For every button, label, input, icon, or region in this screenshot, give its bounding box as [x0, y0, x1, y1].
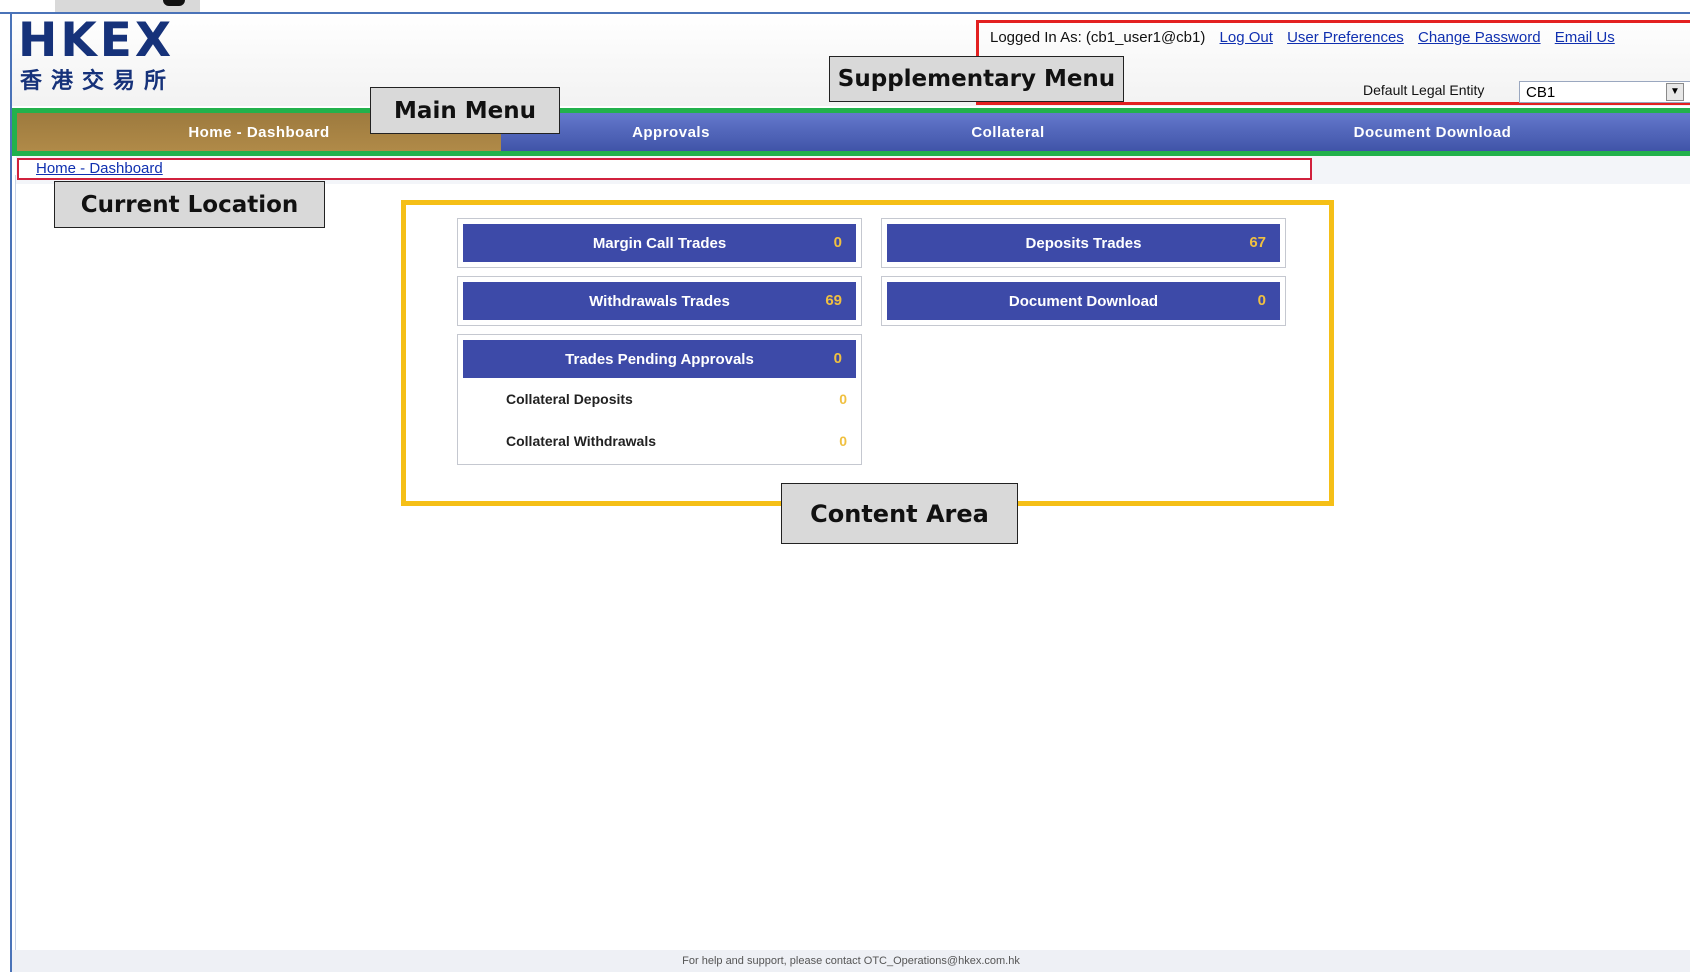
email-us-link[interactable]: Email Us — [1555, 29, 1615, 46]
top-strip-mark — [163, 0, 185, 6]
row-count: 0 — [839, 433, 847, 449]
tile-count: 0 — [833, 234, 842, 251]
default-legal-entity-label: Default Legal Entity — [1363, 82, 1485, 98]
collateral-deposits-row[interactable]: Collateral Deposits 0 — [506, 391, 847, 411]
supplementary-menu: Logged In As: (cb1_user1@cb1) Log Out Us… — [990, 29, 1615, 46]
deposits-trades-button[interactable]: Deposits Trades 67 — [887, 224, 1280, 262]
logged-in-as-text: Logged In As: (cb1_user1@cb1) — [990, 29, 1206, 46]
menu-item-collateral[interactable]: Collateral — [841, 113, 1175, 151]
logo-english: HKEX — [18, 13, 175, 68]
callout-main-menu: Main Menu — [370, 87, 560, 134]
withdrawals-trades-button[interactable]: Withdrawals Trades 69 — [463, 282, 856, 320]
tile-count: 0 — [1257, 292, 1266, 309]
row-label: Collateral Deposits — [506, 391, 633, 407]
tile-label: Document Download — [1008, 292, 1159, 310]
main-menu: Home - Dashboard Approvals Collateral Do… — [17, 113, 1690, 151]
current-location-highlight — [17, 158, 1312, 180]
tile-count: 67 — [1249, 234, 1266, 251]
footer-support-text: For help and support, please contact OTC… — [12, 950, 1690, 972]
default-legal-entity-select[interactable]: CB1 — [1519, 81, 1690, 103]
callout-current-location: Current Location — [54, 181, 325, 228]
logo-chinese: 香港交易所 — [20, 69, 176, 94]
row-label: Collateral Withdrawals — [506, 433, 657, 449]
hkex-logo: HKEX 香港交易所 — [18, 16, 198, 100]
tile-count: 69 — [825, 292, 842, 309]
user-preferences-link[interactable]: User Preferences — [1287, 29, 1404, 46]
change-password-link[interactable]: Change Password — [1418, 29, 1541, 46]
document-download-tile: Document Download 0 — [881, 276, 1286, 326]
callout-content-area: Content Area — [781, 483, 1018, 544]
page-frame-edge — [10, 14, 12, 972]
tile-label: Deposits Trades — [1025, 234, 1142, 252]
callout-supplementary-menu: Supplementary Menu — [829, 56, 1124, 102]
collateral-withdrawals-row[interactable]: Collateral Withdrawals 0 — [506, 433, 847, 453]
tile-count: 0 — [833, 350, 842, 367]
deposits-trades-tile: Deposits Trades 67 — [881, 218, 1286, 268]
window-top-strip — [0, 0, 1690, 14]
tile-label: Trades Pending Approvals — [565, 350, 754, 368]
chevron-down-icon[interactable]: ▼ — [1666, 83, 1684, 101]
row-count: 0 — [839, 391, 847, 407]
trades-pending-approvals-tile: Trades Pending Approvals 0 Collateral De… — [457, 334, 862, 465]
document-download-button[interactable]: Document Download 0 — [887, 282, 1280, 320]
trades-pending-approvals-button[interactable]: Trades Pending Approvals 0 — [463, 340, 856, 378]
menu-item-document-download[interactable]: Document Download — [1175, 113, 1690, 151]
margin-call-trades-tile: Margin Call Trades 0 — [457, 218, 862, 268]
breadcrumb-home-dashboard-link[interactable]: Home - Dashboard — [36, 160, 163, 177]
margin-call-trades-button[interactable]: Margin Call Trades 0 — [463, 224, 856, 262]
log-out-link[interactable]: Log Out — [1220, 29, 1273, 46]
withdrawals-trades-tile: Withdrawals Trades 69 — [457, 276, 862, 326]
tile-label: Margin Call Trades — [592, 234, 727, 252]
content-frame-edge — [15, 175, 16, 955]
tile-label: Withdrawals Trades — [589, 292, 730, 310]
